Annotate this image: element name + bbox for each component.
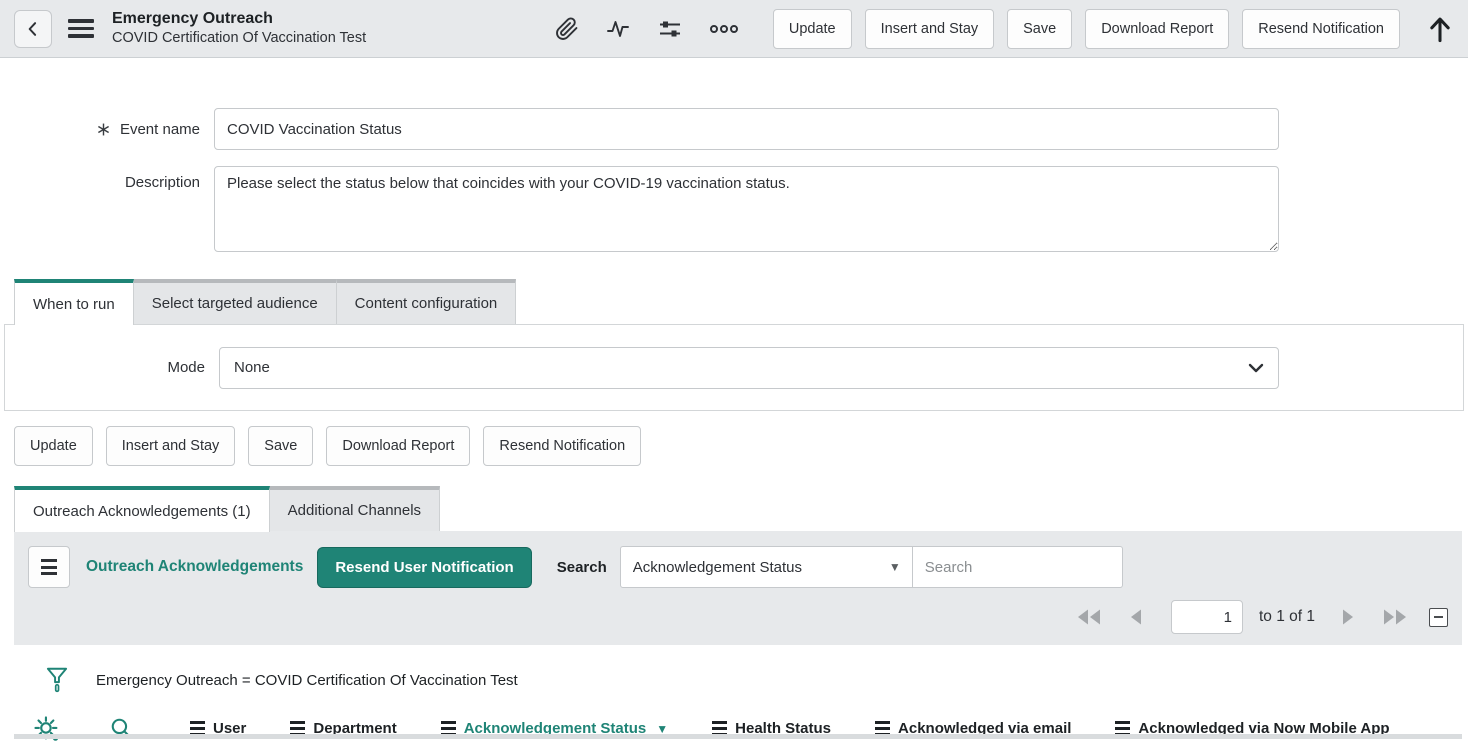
event-name-label-cell: Event name [0,121,200,138]
download-report-button-bottom[interactable]: Download Report [326,426,470,466]
activity-stream-icon[interactable] [605,17,631,41]
record-title-block: Emergency Outreach COVID Certification O… [112,9,366,47]
list-column-header-row: User Department Acknowledgement Status ▼… [0,703,1468,754]
event-name-field-row: Event name [0,108,1468,150]
more-options-icon[interactable] [709,17,739,41]
list-row-divider [14,734,1462,739]
mode-select[interactable]: None [219,347,1279,389]
record-subtitle: COVID Certification Of Vaccination Test [112,29,366,47]
event-name-input[interactable] [214,108,1279,150]
tab-outreach-acknowledgements[interactable]: Outreach Acknowledgements (1) [14,486,270,532]
last-page-icon[interactable] [1379,607,1409,627]
list-filter-row: Emergency Outreach = COVID Certification… [0,645,1468,703]
list-search-input[interactable] [913,546,1123,588]
resend-user-notification-button[interactable]: Resend User Notification [317,547,531,588]
tab-when-to-run[interactable]: When to run [14,279,134,325]
form-header-bar: Emergency Outreach COVID Certification O… [0,0,1468,58]
collapse-list-icon[interactable] [1429,608,1448,627]
tab-select-targeted-audience[interactable]: Select targeted audience [134,279,337,324]
filter-condition-text[interactable]: Emergency Outreach = COVID Certification… [96,672,518,689]
pagination-info: to 1 of 1 [1259,608,1315,626]
when-to-run-panel: Mode None [4,324,1464,411]
insert-and-stay-button[interactable]: Insert and Stay [865,9,995,49]
list-context-menu-button[interactable] [28,546,70,588]
related-list-tabs: Outreach Acknowledgements (1) Additional… [0,486,1468,531]
back-button[interactable] [14,10,52,48]
record-form: Event name Description Please select the… [0,58,1468,256]
page-number-input[interactable] [1171,600,1243,634]
description-label-cell: Description [0,166,200,191]
description-label: Description [125,174,200,191]
description-field-row: Description Please select the status bel… [0,166,1468,256]
save-button[interactable]: Save [1007,9,1072,49]
form-tabs: When to run Select targeted audience Con… [0,279,1468,324]
resend-notification-button-bottom[interactable]: Resend Notification [483,426,641,466]
back-chevron-icon [23,19,43,39]
first-page-icon[interactable] [1075,607,1105,627]
hamburger-menu-icon[interactable] [68,19,94,38]
related-list-header: Outreach Acknowledgements Resend User No… [14,531,1462,645]
list-search-label: Search [557,559,607,576]
resend-notification-button[interactable]: Resend Notification [1242,9,1400,49]
mode-label-cell: Mode [5,359,205,376]
mode-label: Mode [167,359,205,376]
event-name-label: Event name [120,121,200,138]
save-button-bottom[interactable]: Save [248,426,313,466]
required-asterisk-icon [96,122,111,137]
form-button-row: Update Insert and Stay Save Download Rep… [0,426,1468,466]
update-button[interactable]: Update [773,9,852,49]
download-report-button[interactable]: Download Report [1085,9,1229,49]
list-menu-icon [41,559,57,575]
scroll-to-top-icon[interactable] [1426,13,1454,45]
page-title: Emergency Outreach [112,9,366,29]
filter-funnel-icon[interactable] [44,665,70,695]
previous-page-icon[interactable] [1127,607,1145,627]
tab-content-configuration[interactable]: Content configuration [337,279,517,324]
search-field-select[interactable]: Acknowledgement Status [620,546,913,588]
related-list-title-link[interactable]: Outreach Acknowledgements [86,558,303,576]
sliders-icon[interactable] [657,17,683,41]
list-pagination: to 1 of 1 [28,600,1448,634]
insert-and-stay-button-bottom[interactable]: Insert and Stay [106,426,236,466]
next-page-icon[interactable] [1339,607,1357,627]
tab-additional-channels[interactable]: Additional Channels [270,486,440,531]
update-button-bottom[interactable]: Update [14,426,93,466]
description-textarea[interactable]: Please select the status below that coin… [214,166,1279,252]
paperclip-icon[interactable] [555,17,579,41]
